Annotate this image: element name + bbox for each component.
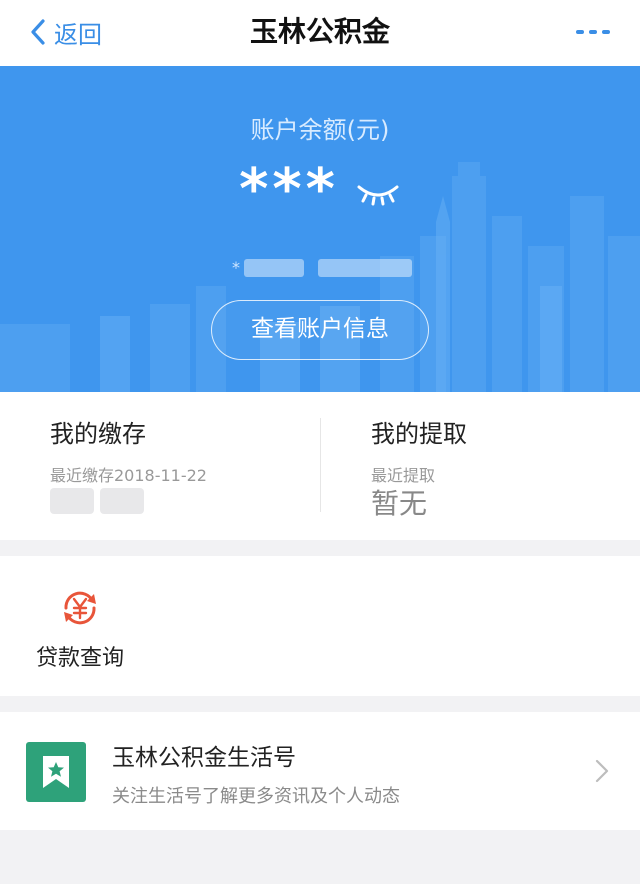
eye-closed-icon[interactable]	[355, 179, 401, 209]
loan-query-button[interactable]: 贷款查询	[28, 584, 132, 684]
chevron-left-icon	[31, 19, 45, 45]
balance-label: 账户余额(元)	[250, 116, 390, 144]
loan-query-label: 贷款查询	[35, 646, 124, 671]
blurred-text	[318, 258, 412, 277]
back-label: 返回	[54, 20, 102, 49]
blurred-text	[50, 488, 94, 514]
life-account-description: 关注生活号了解更多资讯及个人动态	[112, 786, 400, 807]
deposit-amount-blurred	[50, 488, 144, 514]
more-dot-icon	[602, 30, 610, 34]
withdraw-title: 我的提取	[371, 420, 467, 448]
bookmark-star-icon	[43, 756, 69, 788]
balance-row: ***	[0, 162, 640, 218]
nav-bar: 返回 玉林公积金	[0, 0, 640, 66]
balance-value: ***	[239, 157, 339, 222]
view-account-info-button[interactable]: 查看账户信息	[211, 300, 429, 360]
more-dot-icon	[576, 30, 584, 34]
my-withdraw-section[interactable]: 我的提取 最近提取 暂无	[321, 392, 640, 540]
life-account-title: 玉林公积金生活号	[112, 745, 296, 771]
life-account-badge	[26, 742, 86, 802]
life-account-row[interactable]: 玉林公积金生活号 关注生活号了解更多资讯及个人动态	[0, 712, 640, 830]
blurred-text	[244, 258, 304, 277]
more-dot-icon	[589, 30, 597, 34]
balance-panel: 账户余额(元) *** * 查看账户信息	[0, 66, 640, 392]
back-button[interactable]: 返回	[28, 14, 102, 50]
deposit-subtitle: 最近缴存2018-11-22	[50, 466, 207, 485]
withdraw-value: 暂无	[371, 487, 428, 520]
chevron-right-icon	[595, 759, 609, 783]
summary-card: 我的缴存 最近缴存2018-11-22 我的提取 最近提取 暂无	[0, 392, 640, 540]
my-deposit-section[interactable]: 我的缴存 最近缴存2018-11-22	[0, 392, 320, 540]
services-grid: 贷款查询	[0, 556, 640, 696]
deposit-title: 我的缴存	[50, 420, 146, 448]
blurred-text	[100, 488, 144, 514]
masked-prefix: *	[232, 258, 240, 277]
loan-yuan-icon	[64, 591, 96, 625]
masked-account-number: *	[232, 258, 412, 277]
more-menu-button[interactable]	[576, 22, 610, 42]
